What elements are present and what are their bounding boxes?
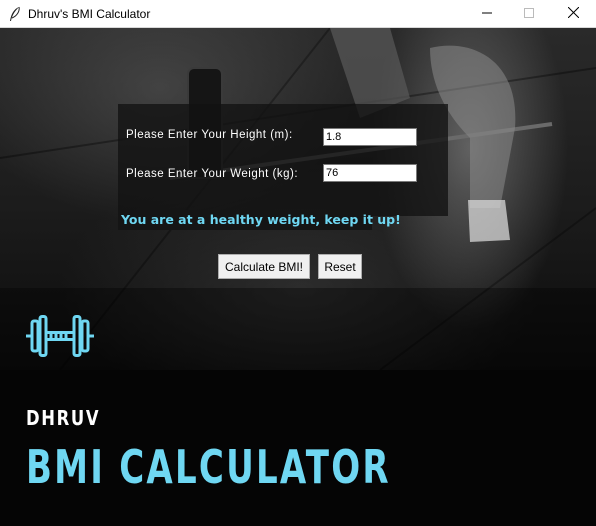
calculate-bmi-button[interactable]: Calculate BMI! — [218, 254, 310, 279]
height-label: Please Enter Your Height (m): — [126, 129, 293, 141]
form-panel — [118, 104, 448, 216]
feather-icon — [8, 6, 22, 22]
minimize-button[interactable] — [464, 0, 510, 28]
reset-button[interactable]: Reset — [318, 254, 362, 279]
title-bar: Dhruv's BMI Calculator — [0, 0, 596, 28]
weight-label: Please Enter Your Weight (kg): — [126, 168, 299, 180]
maximize-icon — [524, 5, 534, 23]
app-content: Please Enter Your Height (m): Please Ent… — [0, 28, 596, 526]
app-heading: BMI CALCULATOR — [26, 440, 391, 494]
close-button[interactable] — [550, 0, 596, 28]
result-message: You are at a healthy weight, keep it up! — [118, 210, 401, 230]
window-title: Dhruv's BMI Calculator — [28, 7, 151, 21]
close-icon — [567, 5, 579, 23]
maximize-button[interactable] — [506, 0, 552, 28]
author-name: DHRUV — [26, 406, 101, 430]
height-input[interactable] — [323, 128, 417, 146]
weight-input[interactable] — [323, 164, 417, 182]
minimize-icon — [482, 5, 492, 23]
dumbbell-icon — [26, 315, 94, 362]
